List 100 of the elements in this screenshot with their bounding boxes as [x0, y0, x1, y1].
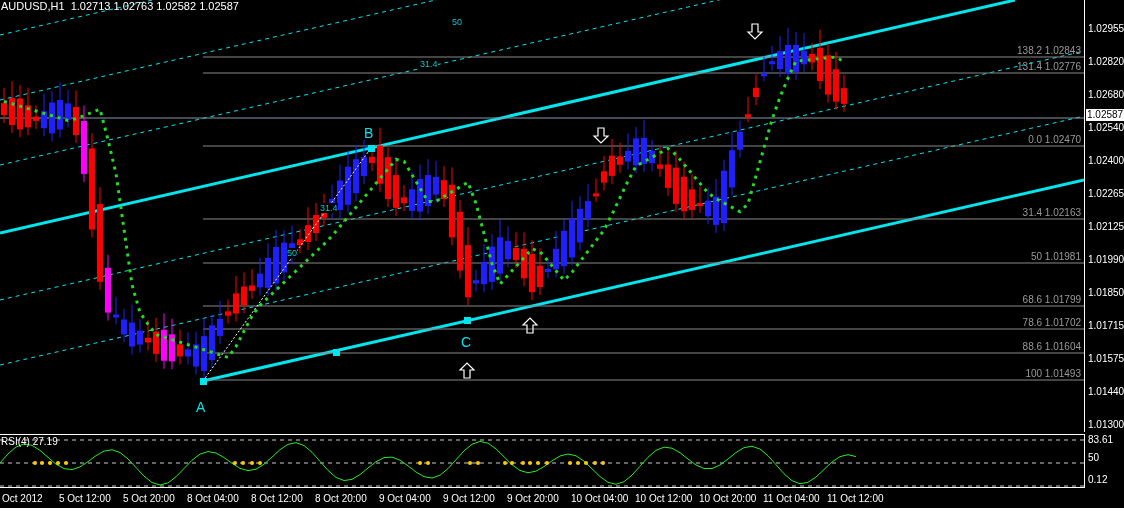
rsi-dot: [468, 461, 472, 465]
candle: [217, 300, 223, 345]
candle: [521, 231, 527, 287]
candle: [489, 233, 495, 291]
candle: [809, 42, 815, 71]
candle: [121, 308, 127, 343]
candle: [425, 158, 431, 215]
candle: [385, 146, 391, 208]
candle: [793, 31, 799, 81]
rsi-dot: [545, 461, 549, 465]
candle: [801, 32, 807, 73]
price-axis-label: 1.01850: [1088, 287, 1124, 299]
rsi-dot: [426, 461, 430, 465]
candle: [345, 150, 351, 214]
time-axis-label: 9 Oct 12:00: [443, 493, 495, 504]
candle: [265, 242, 271, 297]
candle: [833, 51, 839, 111]
candle: [393, 156, 399, 217]
price-axis-label: 1.01990: [1088, 254, 1124, 266]
candle: [609, 138, 615, 185]
price-axis-label: 1.02540: [1088, 122, 1124, 134]
candle: [593, 177, 599, 203]
rsi-dot: [418, 461, 422, 465]
candle: [689, 173, 695, 219]
price-axis-label: 1.02125: [1088, 221, 1124, 233]
candle: [49, 90, 55, 142]
candle: [665, 150, 671, 197]
candle: [401, 184, 407, 212]
candle: [777, 35, 783, 78]
rsi-dot: [241, 461, 245, 465]
down-arrow-icon: [746, 23, 764, 40]
candle: [161, 312, 167, 370]
candle: [33, 105, 39, 130]
fan-level-label: 50: [287, 248, 297, 258]
candle: [729, 131, 735, 196]
candle: [433, 160, 439, 204]
price-axis-label: 1.02820: [1088, 56, 1124, 68]
candle: [633, 126, 639, 174]
candle: [225, 299, 231, 325]
candle: [129, 304, 135, 355]
time-axis-label: 11 Oct 04:00: [763, 493, 820, 504]
fib-level-label: 68.6 1.01799: [1022, 294, 1081, 305]
up-arrow-icon: [458, 362, 476, 379]
candle: [641, 119, 647, 173]
candle: [601, 155, 607, 192]
rsi-dot: [40, 461, 44, 465]
rsi-dot: [56, 461, 60, 465]
candle: [769, 45, 775, 72]
fan-level-label: 50: [452, 17, 462, 27]
candle: [57, 81, 63, 138]
candle: [113, 296, 119, 325]
time-axis-label: 8 Oct 12:00: [251, 493, 303, 504]
candle: [713, 178, 719, 234]
rsi-dot: [568, 461, 572, 465]
rsi-dot: [48, 461, 52, 465]
current-price-tag: 1.02587: [1086, 109, 1124, 121]
candle: [185, 331, 191, 366]
candle: [817, 29, 823, 90]
rsi-axis-label: 0.12: [1088, 474, 1108, 486]
candle: [177, 329, 183, 365]
price-axis-label: 1.02400: [1088, 155, 1124, 167]
candle: [705, 186, 711, 225]
candle: [697, 185, 703, 214]
candle: [481, 243, 487, 293]
candle: [553, 230, 559, 278]
candle: [617, 142, 623, 174]
candle: [417, 164, 423, 221]
candle: [145, 319, 151, 351]
rsi-dot: [33, 461, 37, 465]
time-axis-label: 10 Oct 12:00: [635, 493, 693, 504]
candle: [17, 84, 23, 138]
candle: [649, 139, 655, 172]
candle: [137, 318, 143, 354]
candle: [529, 239, 535, 301]
rsi-dot: [601, 461, 605, 465]
candle: [65, 89, 71, 129]
candle: [761, 56, 767, 82]
fib-level-label: 100 1.01493: [1025, 368, 1081, 379]
candle: [105, 254, 111, 322]
candle: [353, 144, 359, 202]
fib-level-label: 0.0 1.02470: [1028, 134, 1081, 145]
candle: [257, 257, 263, 296]
time-axis-label: 8 Oct 04:00: [187, 493, 239, 504]
time-axis-label: 5 Oct 12:00: [59, 493, 111, 504]
rsi-dot: [510, 461, 514, 465]
candle: [657, 146, 663, 178]
candle: [841, 73, 847, 113]
anchor-point: [464, 317, 471, 324]
candle: [545, 256, 551, 279]
rsi-dot: [521, 461, 525, 465]
price-axis-label: 1.01300: [1088, 419, 1124, 431]
candle: [409, 171, 415, 220]
anchor-point: [368, 145, 375, 152]
time-axis-label: 9 Oct 20:00: [507, 493, 559, 504]
candle: [537, 247, 543, 296]
rsi-dot: [576, 461, 580, 465]
candle: [561, 219, 567, 275]
candle: [585, 183, 591, 228]
rsi-dot: [584, 461, 588, 465]
price-axis-label: 1.02265: [1088, 188, 1124, 200]
